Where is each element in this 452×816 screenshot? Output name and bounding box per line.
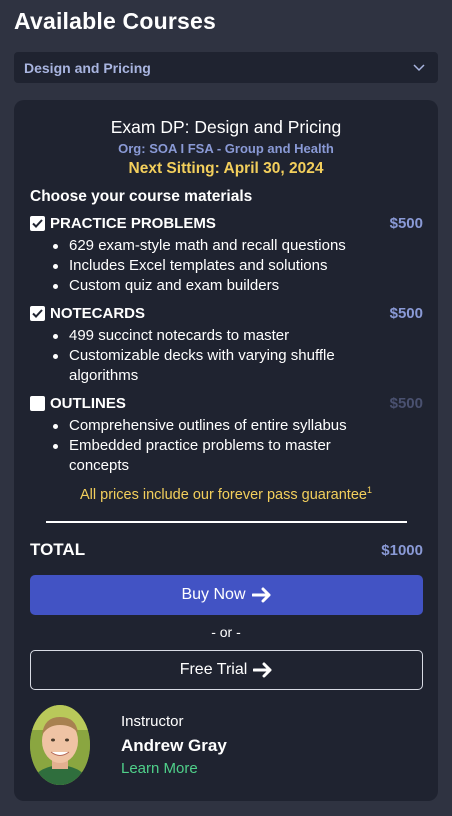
- outlines-checkbox[interactable]: [30, 396, 45, 411]
- material-outlines[interactable]: OUTLINES $500: [30, 395, 423, 412]
- arrow-right-icon: [253, 662, 273, 678]
- material-name: OUTLINES: [50, 395, 126, 412]
- footnote-marker[interactable]: 1: [367, 485, 372, 495]
- practice-problems-features: 629 exam-style math and recall questions…: [53, 236, 393, 296]
- practice-problems-checkbox[interactable]: [30, 216, 45, 231]
- material-practice-problems[interactable]: PRACTICE PROBLEMS $500: [30, 215, 423, 232]
- total-label: TOTAL: [30, 540, 86, 559]
- course-select-value: Design and Pricing: [24, 59, 151, 76]
- feature-item: Custom quiz and exam builders: [53, 276, 393, 296]
- buy-now-button[interactable]: Buy Now: [30, 575, 423, 615]
- free-trial-label: Free Trial: [179, 661, 248, 678]
- guarantee-text: All prices include our forever pass guar…: [80, 486, 367, 503]
- chevron-down-icon: [412, 61, 426, 75]
- feature-item: Customizable decks with varying shuffle …: [53, 346, 393, 386]
- feature-item: Includes Excel templates and solutions: [53, 256, 393, 276]
- instructor-avatar: [30, 705, 90, 785]
- learn-more-link[interactable]: Learn More: [121, 760, 198, 777]
- material-name: NOTECARDS: [50, 305, 146, 322]
- feature-item: 629 exam-style math and recall questions: [53, 236, 393, 256]
- divider: [46, 521, 407, 523]
- outlines-features: Comprehensive outlines of entire syllabu…: [53, 416, 393, 476]
- guarantee-note: All prices include our forever pass guar…: [14, 485, 438, 503]
- or-separator: - or -: [211, 624, 241, 640]
- exam-title: Exam DP: Design and Pricing: [110, 117, 342, 137]
- total-amount: $1000: [381, 541, 423, 559]
- exam-org: Org: SOA I FSA - Group and Health: [118, 141, 334, 156]
- feature-item: Embedded practice problems to master con…: [53, 436, 393, 476]
- material-price: $500: [389, 215, 423, 232]
- material-name: PRACTICE PROBLEMS: [50, 215, 216, 232]
- page-title: Available Courses: [14, 8, 216, 34]
- notecards-features: 499 succinct notecards to master Customi…: [53, 326, 393, 386]
- material-notecards[interactable]: NOTECARDS $500: [30, 305, 423, 322]
- course-select[interactable]: Design and Pricing: [14, 52, 438, 83]
- course-card: Exam DP: Design and Pricing Org: SOA I F…: [14, 100, 438, 801]
- next-sitting: Next Sitting: April 30, 2024: [128, 160, 324, 177]
- material-price: $500: [389, 395, 423, 412]
- instructor-name: Andrew Gray: [121, 736, 227, 755]
- material-price: $500: [389, 305, 423, 322]
- buy-now-label: Buy Now: [181, 586, 246, 603]
- total-row: TOTAL $1000: [30, 540, 423, 560]
- notecards-checkbox[interactable]: [30, 306, 45, 321]
- free-trial-button[interactable]: Free Trial: [30, 650, 423, 690]
- feature-item: 499 succinct notecards to master: [53, 326, 393, 346]
- choose-materials-heading: Choose your course materials: [30, 188, 253, 205]
- feature-item: Comprehensive outlines of entire syllabu…: [53, 416, 393, 436]
- arrow-right-icon: [251, 587, 272, 603]
- instructor-label: Instructor: [121, 713, 184, 730]
